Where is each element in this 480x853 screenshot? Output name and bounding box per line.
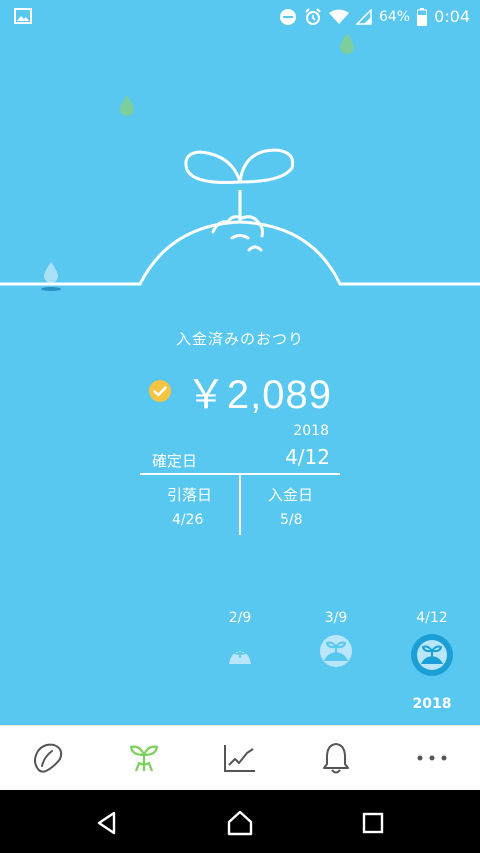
soil-mound xyxy=(211,215,264,238)
alarm-icon xyxy=(305,7,321,25)
nav-notifications[interactable] xyxy=(306,740,366,776)
bean-icon xyxy=(34,743,63,773)
gallery-notification-icon xyxy=(14,8,32,24)
status-icons: 64% 0:04 xyxy=(279,7,470,26)
chart-icon xyxy=(224,745,255,772)
clock-time: 0:04 xyxy=(434,7,470,26)
battery-percent: 64% xyxy=(378,8,411,25)
nav-sprout[interactable] xyxy=(114,740,174,776)
deposit-date: 5/8 xyxy=(280,512,303,528)
home-icon xyxy=(227,810,253,836)
timeline-date: 2/9 xyxy=(228,610,252,626)
debit-date-label: 引落日 xyxy=(167,486,213,504)
signal-icon xyxy=(355,8,372,25)
battery-icon xyxy=(417,7,428,26)
timeline-date: 3/9 xyxy=(324,610,348,626)
nav-bean[interactable] xyxy=(18,740,78,776)
bell-icon xyxy=(323,743,349,774)
nav-more[interactable] xyxy=(402,740,462,776)
paid-amount: ￥2,089 xyxy=(185,373,333,417)
sprout-hill-illustration xyxy=(0,34,480,291)
sprout-circle-selected-icon xyxy=(411,634,453,676)
sprout-small-icon xyxy=(229,648,251,664)
recents-icon xyxy=(362,812,384,834)
back-icon xyxy=(97,811,116,835)
more-icon xyxy=(417,755,447,761)
hill-outline xyxy=(0,220,480,286)
confirmed-year: 2018 xyxy=(293,423,329,439)
nav-chart[interactable] xyxy=(210,740,270,776)
timeline-item[interactable]: 2/9 xyxy=(210,610,270,668)
status-bar: 64% 0:04 xyxy=(0,0,480,34)
recents-button[interactable] xyxy=(358,808,388,838)
sprout-circle-icon xyxy=(320,635,352,667)
debit-date: 4/26 xyxy=(172,512,204,528)
puddle xyxy=(41,287,61,291)
wifi-icon xyxy=(328,9,349,24)
system-navigation-bar xyxy=(0,790,480,853)
timeline-date: 4/12 xyxy=(416,610,448,626)
do-not-disturb-icon xyxy=(279,8,296,25)
paid-change-label: 入金済みのおつり xyxy=(175,330,304,348)
water-drop-icon xyxy=(120,95,134,116)
water-drop-icon xyxy=(340,34,354,54)
amount-row: ￥2,089 xyxy=(0,362,480,420)
timeline-item-selected[interactable]: 4/12 xyxy=(402,610,462,677)
check-circle-icon xyxy=(148,380,171,402)
history-timeline: 2/9 3/9 4/12 2018 xyxy=(0,610,480,720)
confirmed-date: 4/12 xyxy=(285,445,330,469)
back-button[interactable] xyxy=(92,808,122,838)
sprout-icon xyxy=(129,745,159,772)
timeline-item[interactable]: 3/9 xyxy=(306,610,366,668)
confirmed-date-label: 確定日 xyxy=(152,452,198,470)
bottom-navigation xyxy=(0,725,480,791)
home-button[interactable] xyxy=(225,808,255,838)
timeline-year: 2018 xyxy=(412,696,452,712)
sprout-outline xyxy=(184,148,295,222)
water-drop-icon xyxy=(44,262,58,283)
deposit-date-label: 入金日 xyxy=(268,486,314,504)
divider-vertical xyxy=(239,475,241,535)
